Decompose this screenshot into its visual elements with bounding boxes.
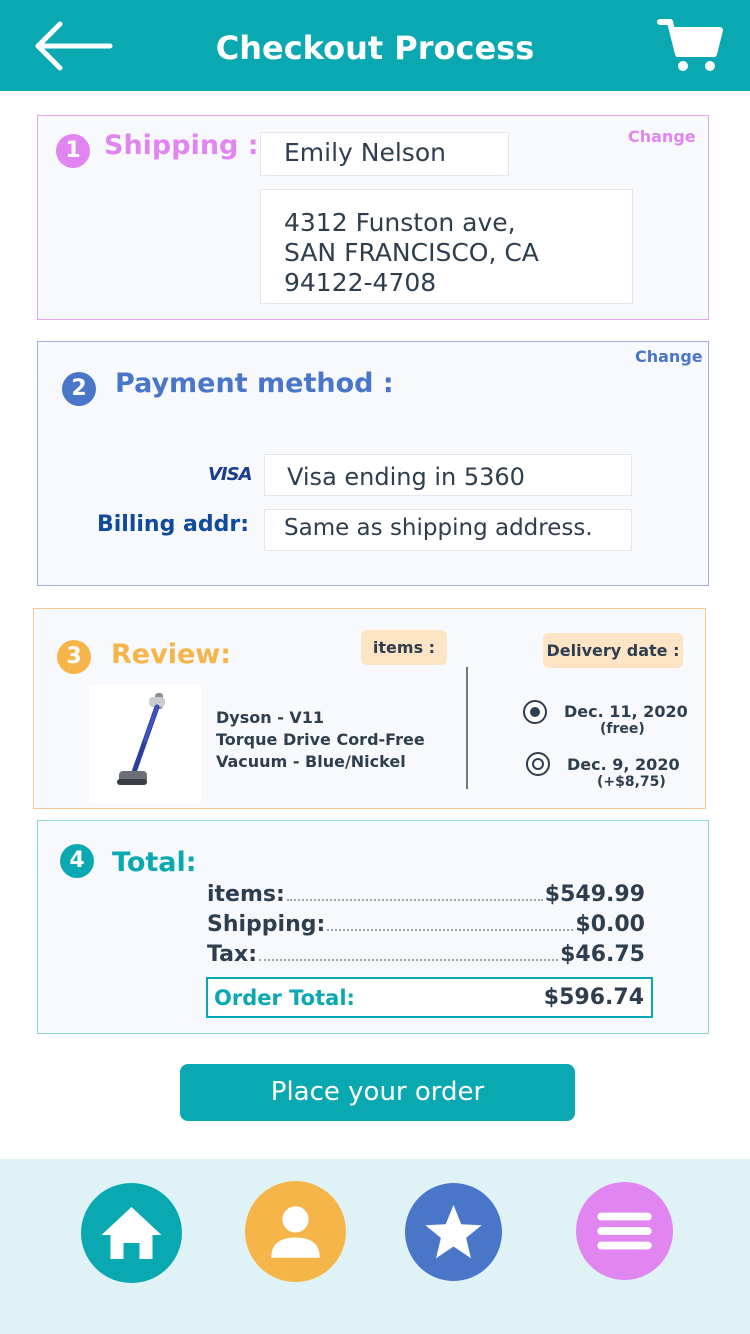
visa-logo-icon: VISA bbox=[208, 464, 253, 485]
review-section: 3 Review: items : Delivery date : Dyson … bbox=[33, 608, 706, 809]
payment-card-field[interactable]: Visa ending in 5360 bbox=[264, 454, 632, 496]
delivery-option-date: Dec. 11, 2020 bbox=[564, 702, 688, 721]
profile-icon bbox=[271, 1206, 320, 1258]
review-title: Review: bbox=[111, 639, 232, 670]
product-image bbox=[89, 685, 201, 803]
payment-change-link[interactable]: Change bbox=[635, 347, 703, 366]
shipping-change-link[interactable]: Change bbox=[628, 127, 696, 146]
step-number-badge: 1 bbox=[56, 134, 90, 168]
nav-menu-button[interactable] bbox=[576, 1182, 673, 1280]
cart-button[interactable] bbox=[656, 14, 726, 76]
tax-row: Tax: $46.75 bbox=[207, 942, 645, 967]
app-header: Checkout Process bbox=[0, 0, 750, 91]
order-total-label: Order Total: bbox=[214, 986, 355, 1010]
page-title: Checkout Process bbox=[215, 29, 535, 67]
shipping-address-field[interactable]: 4312 Funston ave, SAN FRANCISCO, CA 9412… bbox=[260, 189, 633, 304]
address-line: 4312 Funston ave, bbox=[284, 208, 516, 237]
shipping-cost-row: Shipping: $0.00 bbox=[207, 912, 645, 937]
total-section: 4 Total: items: $549.99 Shipping: $0.00 … bbox=[37, 820, 709, 1034]
nav-profile-button[interactable] bbox=[245, 1181, 346, 1282]
place-order-button[interactable]: Place your order bbox=[180, 1064, 575, 1121]
order-total-value: $596.74 bbox=[543, 985, 644, 1010]
shipping-title: Shipping : bbox=[104, 130, 259, 161]
stick-vacuum-image bbox=[117, 693, 165, 785]
cart-icon bbox=[657, 19, 723, 71]
bottom-navigation bbox=[0, 1159, 750, 1334]
address-line: 94122-4708 bbox=[284, 268, 437, 297]
items-label: items : bbox=[361, 630, 447, 665]
delivery-option-note: (+$8,75) bbox=[597, 774, 666, 790]
review-divider bbox=[466, 667, 468, 789]
payment-title: Payment method : bbox=[115, 368, 394, 399]
menu-icon bbox=[597, 1212, 652, 1250]
nav-favorites-button[interactable] bbox=[405, 1183, 502, 1281]
total-title: Total: bbox=[112, 847, 197, 878]
step-number-badge: 2 bbox=[62, 372, 96, 406]
delivery-date-label: Delivery date : bbox=[543, 633, 683, 668]
items-subtotal-row: items: $549.99 bbox=[207, 882, 645, 907]
billing-address-field[interactable]: Same as shipping address. bbox=[264, 509, 632, 551]
delivery-option-radio[interactable] bbox=[526, 752, 550, 776]
delivery-option-note: (free) bbox=[600, 721, 645, 737]
shipping-name-field[interactable]: Emily Nelson bbox=[260, 132, 509, 176]
billing-label: Billing addr: bbox=[97, 512, 249, 537]
order-total-box: Order Total: $596.74 bbox=[206, 977, 653, 1018]
shipping-section: 1 Shipping : Change Emily Nelson 4312 Fu… bbox=[37, 115, 709, 320]
nav-home-button[interactable] bbox=[81, 1183, 182, 1283]
step-number-badge: 3 bbox=[57, 640, 91, 674]
step-number-badge: 4 bbox=[60, 844, 94, 878]
address-line: SAN FRANCISCO, CA bbox=[284, 238, 539, 267]
product-name: Dyson - V11 Torque Drive Cord-Free Vacuu… bbox=[216, 708, 425, 771]
star-icon bbox=[425, 1204, 482, 1259]
payment-section: 2 Payment method : Change VISA Visa endi… bbox=[37, 341, 709, 586]
delivery-option-radio-selected[interactable] bbox=[523, 700, 547, 724]
home-icon bbox=[101, 1207, 162, 1259]
delivery-option-date: Dec. 9, 2020 bbox=[567, 755, 680, 774]
